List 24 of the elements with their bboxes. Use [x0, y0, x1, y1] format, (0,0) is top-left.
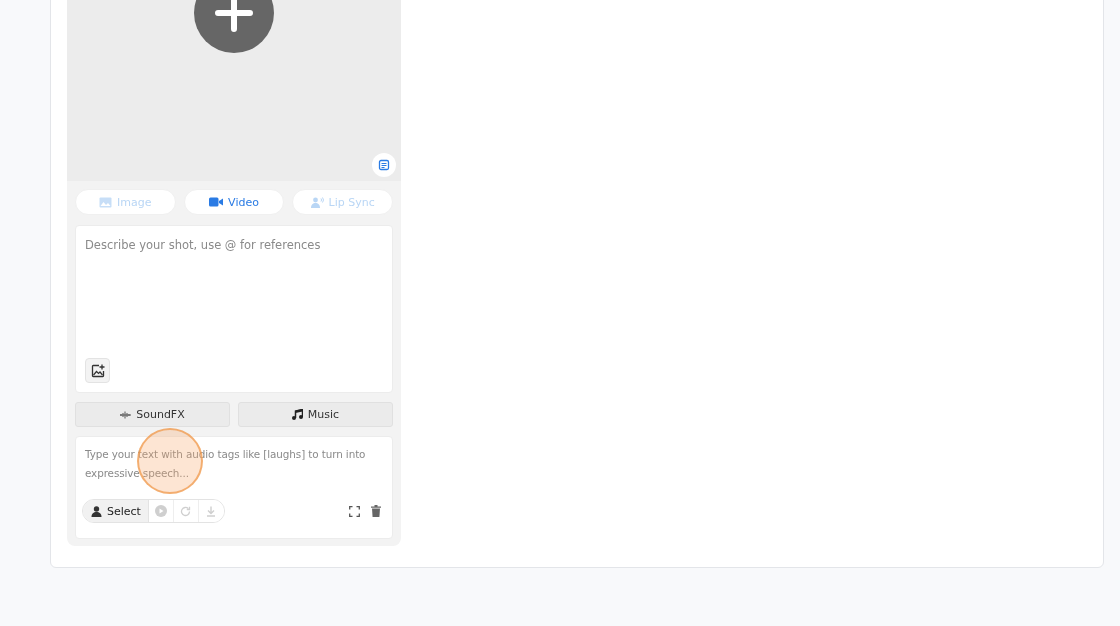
video-camera-icon	[209, 197, 224, 207]
note-icon	[378, 159, 390, 171]
waveform-icon	[120, 410, 132, 419]
plus-icon	[214, 0, 254, 33]
image-plus-icon	[90, 363, 105, 378]
select-voice-button[interactable]: Select	[83, 500, 149, 522]
image-icon	[99, 196, 113, 208]
delete-button[interactable]	[368, 503, 384, 519]
audio-tab[interactable]: SoundFX	[75, 402, 230, 427]
add-image-button[interactable]	[85, 358, 110, 383]
notes-button[interactable]	[372, 153, 396, 177]
mode-tab[interactable]: Video	[183, 189, 285, 215]
refresh-icon	[180, 505, 192, 517]
prompt-input[interactable]: Describe your shot, use @ for references	[76, 226, 392, 336]
audio-tab[interactable]: Music	[238, 402, 393, 427]
person-icon	[91, 505, 102, 517]
expand-icon	[348, 505, 360, 517]
music-note-icon	[291, 409, 303, 420]
fullscreen-button[interactable]	[346, 503, 362, 519]
trash-icon	[371, 505, 381, 517]
play-icon	[154, 505, 167, 517]
download-icon	[206, 505, 217, 517]
speaking-person-icon	[310, 196, 324, 208]
prompt-field[interactable]: Describe your shot, use @ for references	[75, 225, 393, 393]
